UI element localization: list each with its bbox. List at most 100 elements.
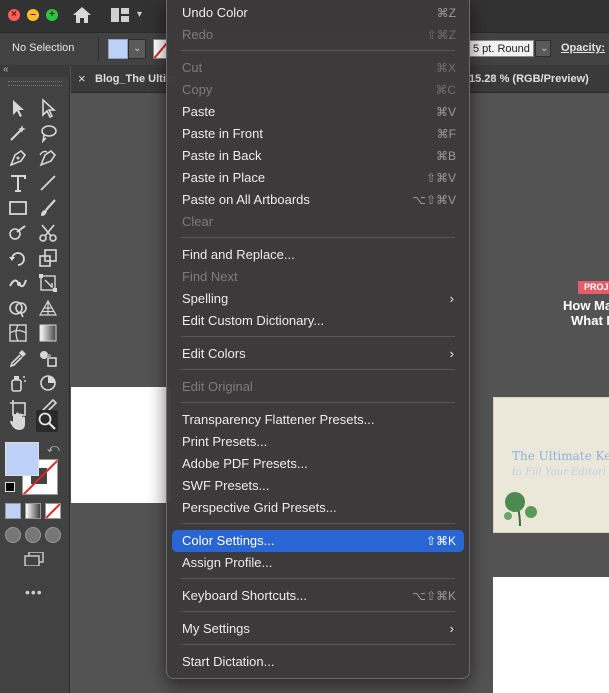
menu-item-paste-on-all-artboards[interactable]: Paste on All Artboards ⌥⇧⌘V bbox=[172, 189, 464, 211]
menu-item-paste-in-back[interactable]: Paste in Back ⌘B bbox=[172, 145, 464, 167]
curvature-tool-icon[interactable] bbox=[37, 147, 59, 169]
window-close-button[interactable]: × bbox=[8, 9, 20, 21]
panel-grip[interactable] bbox=[8, 81, 62, 86]
draw-behind-icon[interactable] bbox=[25, 527, 41, 543]
default-fill-stroke-icon[interactable] bbox=[5, 482, 15, 492]
menu-separator bbox=[181, 237, 455, 238]
artboard[interactable] bbox=[71, 387, 171, 503]
menu-item-transparency-flattener-presets[interactable]: Transparency Flattener Presets... bbox=[172, 409, 464, 431]
close-icon[interactable]: × bbox=[78, 71, 86, 86]
stroke-profile-dropdown[interactable]: ⌄ bbox=[535, 40, 551, 57]
shaper-tool-icon[interactable] bbox=[7, 222, 29, 244]
direct-selection-tool-icon[interactable] bbox=[37, 97, 59, 119]
chevron-right-icon: › bbox=[449, 346, 454, 361]
stroke-profile-field[interactable]: 5 pt. Round bbox=[468, 40, 534, 57]
menu-item-undo-color[interactable]: Undo Color ⌘Z bbox=[172, 2, 464, 24]
menu-item-paste-in-place[interactable]: Paste in Place ⇧⌘V bbox=[172, 167, 464, 189]
magic-wand-tool-icon[interactable] bbox=[7, 122, 29, 144]
gradient-mode-icon[interactable] bbox=[25, 503, 41, 519]
pen-tool-icon[interactable] bbox=[7, 147, 29, 169]
scale-tool-icon[interactable] bbox=[37, 247, 59, 269]
workspace-switcher-icon[interactable] bbox=[111, 8, 129, 27]
paintbrush-tool-icon[interactable] bbox=[37, 197, 59, 219]
line-segment-tool-icon[interactable] bbox=[37, 172, 59, 194]
rectangle-tool-icon[interactable] bbox=[7, 197, 29, 219]
menu-item-label: My Settings bbox=[182, 621, 250, 636]
free-transform-tool-icon[interactable] bbox=[37, 272, 59, 294]
blend-tool-icon[interactable] bbox=[37, 347, 59, 369]
menu-item-label: Clear bbox=[182, 214, 214, 229]
menu-item-shortcut: ⌥⇧⌘V bbox=[412, 193, 456, 207]
eyedropper-tool-icon[interactable] bbox=[7, 347, 29, 369]
window-minimize-button[interactable]: – bbox=[27, 9, 39, 21]
chevron-down-icon[interactable]: ▾ bbox=[137, 9, 142, 20]
menu-item-label: Color Settings... bbox=[182, 533, 275, 548]
draw-normal-icon[interactable] bbox=[5, 527, 21, 543]
scissors-tool-icon[interactable] bbox=[37, 222, 59, 244]
menu-item-shortcut: ⌘F bbox=[436, 127, 456, 141]
lasso-tool-icon[interactable] bbox=[37, 122, 59, 144]
home-icon[interactable] bbox=[72, 6, 92, 29]
artboard-card[interactable]: The Ultimate Ke to Fill Your Editori bbox=[493, 397, 609, 533]
symbol-sprayer-tool-icon[interactable] bbox=[7, 372, 29, 394]
menu-item-my-settings[interactable]: My Settings › bbox=[172, 618, 464, 640]
edit-menu: Undo Color ⌘Z Redo ⇧⌘Z Cut ⌘X Copy ⌘C Paste ⌘… bbox=[166, 0, 470, 679]
puppet-warp-tool-icon[interactable] bbox=[7, 272, 29, 294]
zoom-tool-icon[interactable] bbox=[36, 410, 58, 432]
artboard-headline: How Ma bbox=[563, 298, 609, 313]
collapse-icon[interactable]: « bbox=[3, 64, 9, 75]
perspective-grid-tool-icon[interactable] bbox=[37, 297, 59, 319]
color-mode-icon[interactable] bbox=[5, 503, 21, 519]
none-mode-icon[interactable] bbox=[45, 503, 61, 519]
rotate-tool-icon[interactable] bbox=[7, 247, 29, 269]
menu-item-shortcut: ⌘B bbox=[435, 149, 456, 163]
zoom-icon: + bbox=[49, 9, 55, 20]
menu-item-swf-presets[interactable]: SWF Presets... bbox=[172, 475, 464, 497]
menu-item-paste-in-front[interactable]: Paste in Front ⌘F bbox=[172, 123, 464, 145]
menu-item-label: Start Dictation... bbox=[182, 654, 275, 669]
menu-item-find-and-replace[interactable]: Find and Replace... bbox=[172, 244, 464, 266]
menu-item-assign-profile[interactable]: Assign Profile... bbox=[172, 552, 464, 574]
fill-color-swatch[interactable] bbox=[108, 39, 128, 59]
artboard[interactable] bbox=[493, 577, 609, 693]
fill-dropdown-button[interactable]: ⌄ bbox=[128, 39, 146, 59]
window-zoom-button[interactable]: + bbox=[46, 9, 58, 21]
menu-item-paste[interactable]: Paste ⌘V bbox=[172, 101, 464, 123]
opacity-label[interactable]: Opacity: bbox=[561, 42, 605, 54]
chevron-right-icon: › bbox=[449, 621, 454, 636]
menu-item-adobe-pdf-presets[interactable]: Adobe PDF Presets... bbox=[172, 453, 464, 475]
tools-panel: ⤺ ••• bbox=[0, 77, 70, 693]
menu-separator bbox=[181, 611, 455, 612]
gradient-tool-icon[interactable] bbox=[37, 322, 59, 344]
menu-separator bbox=[181, 644, 455, 645]
menu-item-shortcut: ⌘X bbox=[435, 61, 456, 75]
menu-item-label: Assign Profile... bbox=[182, 555, 273, 570]
swap-fill-stroke-icon[interactable]: ⤺ bbox=[47, 441, 60, 456]
menu-item-perspective-grid-presets[interactable]: Perspective Grid Presets... bbox=[172, 497, 464, 519]
menu-item-color-settings[interactable]: Color Settings... ⇧⌘K bbox=[172, 530, 464, 552]
menu-item-label: Paste bbox=[182, 104, 216, 119]
menu-item-label: Paste on All Artboards bbox=[182, 192, 310, 207]
menu-item-spelling[interactable]: Spelling › bbox=[172, 288, 464, 310]
more-tools-icon[interactable]: ••• bbox=[25, 584, 43, 600]
screen-mode-icon[interactable] bbox=[24, 551, 44, 567]
shape-builder-tool-icon[interactable] bbox=[7, 297, 29, 319]
type-tool-icon[interactable] bbox=[7, 172, 29, 194]
fill-color-box[interactable] bbox=[5, 442, 39, 476]
menu-item-keyboard-shortcuts[interactable]: Keyboard Shortcuts... ⌥⇧⌘K bbox=[172, 585, 464, 607]
menu-item-edit-colors[interactable]: Edit Colors › bbox=[172, 343, 464, 365]
hand-tool-icon[interactable] bbox=[7, 410, 29, 432]
selection-tool-icon[interactable] bbox=[7, 97, 29, 119]
draw-inside-icon[interactable] bbox=[45, 527, 61, 543]
menu-item-print-presets[interactable]: Print Presets... bbox=[172, 431, 464, 453]
document-zoom-info: 15.28 % (RGB/Preview) bbox=[469, 73, 589, 85]
plant-illustration bbox=[504, 492, 537, 527]
menu-separator bbox=[181, 523, 455, 524]
menu-item-start-dictation[interactable]: Start Dictation... bbox=[172, 651, 464, 673]
column-graph-tool-icon[interactable] bbox=[37, 372, 59, 394]
menu-item-shortcut: ⇧⌘K bbox=[425, 534, 456, 548]
menu-item-label: Spelling bbox=[182, 291, 229, 306]
menu-separator bbox=[181, 402, 455, 403]
menu-item-edit-custom-dictionary[interactable]: Edit Custom Dictionary... bbox=[172, 310, 464, 332]
mesh-tool-icon[interactable] bbox=[7, 322, 29, 344]
